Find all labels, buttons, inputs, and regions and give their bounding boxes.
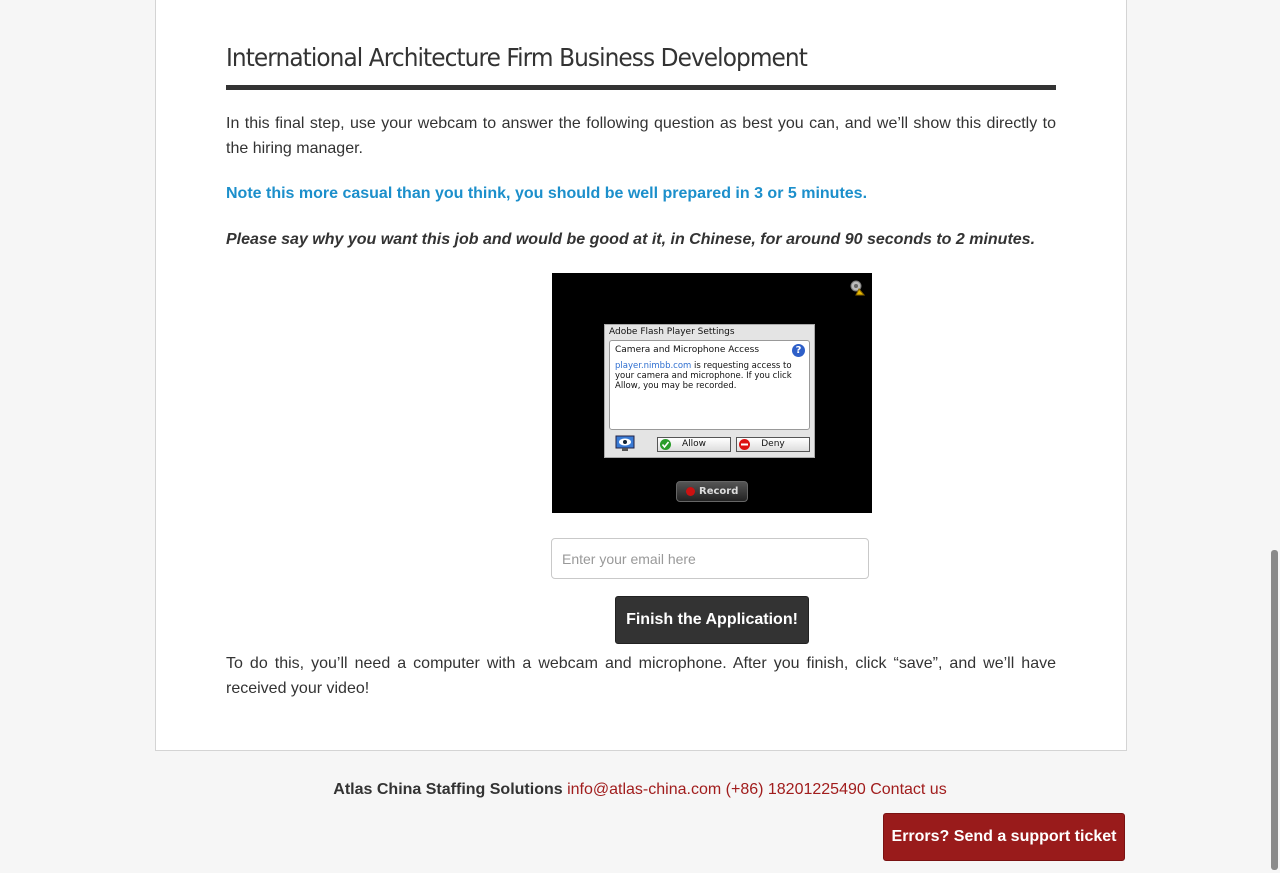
record-button[interactable]: Record (676, 481, 748, 502)
finish-application-button[interactable]: Finish the Application! (615, 596, 809, 644)
content-card: International Architecture Firm Business… (155, 0, 1127, 751)
email-input[interactable] (551, 538, 869, 579)
page-title: International Architecture Firm Business… (226, 43, 808, 72)
flash-settings-dialog: Adobe Flash Player Settings Camera and M… (604, 324, 815, 458)
settings-icon[interactable] (849, 280, 866, 296)
flash-dialog-title: Adobe Flash Player Settings (609, 327, 735, 337)
deny-label: Deny (761, 439, 785, 449)
check-icon (660, 439, 671, 450)
question-text: Please say why you want this job and wou… (226, 231, 1036, 248)
outro-text: To do this, you’ll need a computer with … (226, 655, 1056, 697)
flash-dialog-heading: Camera and Microphone Access (615, 345, 760, 355)
allow-button[interactable]: Allow (657, 437, 731, 452)
page-scrollbar[interactable] (1271, 550, 1278, 870)
footer-contact-link[interactable]: Contact us (870, 781, 946, 798)
intro-text: In this final step, use your webcam to a… (226, 115, 1056, 157)
record-label: Record (699, 486, 739, 497)
footer-phone-link[interactable]: (+86) 18201225490 (726, 781, 866, 798)
title-divider (226, 85, 1056, 90)
monitor-icon[interactable] (615, 435, 635, 452)
footer-email-link[interactable]: info@atlas-china.com (567, 781, 721, 798)
note-text: Note this more casual than you think, yo… (226, 185, 868, 202)
webcam-recorder[interactable]: Adobe Flash Player Settings Camera and M… (552, 273, 872, 513)
footer-company: Atlas China Staffing Solutions (333, 781, 563, 798)
allow-label: Allow (681, 439, 707, 449)
deny-button[interactable]: Deny (736, 437, 810, 452)
flash-domain-link: player.nimbb.com (615, 361, 692, 371)
help-icon[interactable]: ? (792, 344, 805, 357)
deny-icon (739, 439, 750, 450)
support-ticket-button[interactable]: Errors? Send a support ticket (883, 813, 1125, 861)
footer: Atlas China Staffing Solutions info@atla… (0, 780, 1280, 800)
flash-dialog-panel: Camera and Microphone Access ? player.ni… (609, 340, 810, 430)
record-dot-icon (686, 487, 695, 496)
flash-dialog-body: player.nimbb.com is requesting access to… (615, 361, 805, 391)
